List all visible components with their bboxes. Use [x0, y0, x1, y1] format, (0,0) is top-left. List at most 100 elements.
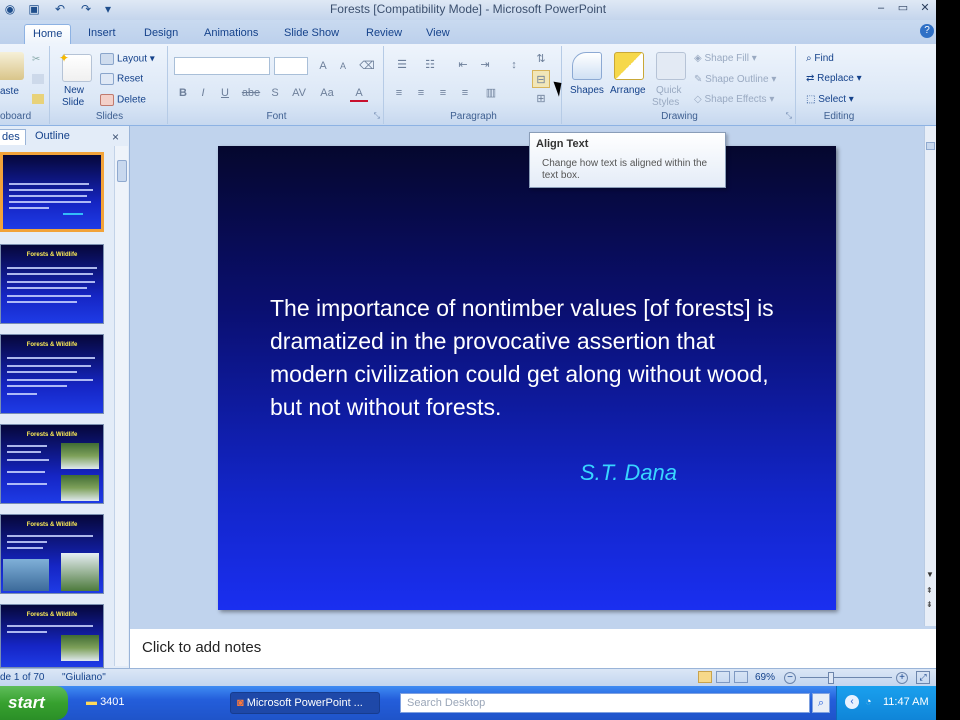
tab-review[interactable]: Review: [358, 24, 410, 44]
slide-thumbnail-3[interactable]: Forests & Wildlife: [0, 334, 104, 414]
change-case-button[interactable]: Aa: [316, 84, 338, 102]
slides-pane-scroll-thumb[interactable]: [117, 160, 127, 182]
quick-styles-button-line1[interactable]: Quick: [656, 85, 682, 96]
font-name-combo[interactable]: [174, 57, 270, 75]
font-dialog-launcher-icon[interactable]: ⤡: [374, 111, 380, 121]
tab-animations[interactable]: Animations: [196, 24, 266, 44]
start-button[interactable]: start: [0, 686, 68, 720]
arrange-icon[interactable]: [614, 52, 644, 80]
font-color-button[interactable]: A: [350, 84, 368, 102]
notes-placeholder[interactable]: Click to add notes: [142, 639, 261, 656]
justify-icon[interactable]: ≡: [456, 84, 474, 102]
zoom-slider-thumb[interactable]: [828, 672, 834, 684]
slide-thumbnail-2[interactable]: Forests & Wildlife: [0, 244, 104, 324]
tab-slides[interactable]: des: [0, 129, 26, 145]
taskbar-powerpoint[interactable]: ◙ Microsoft PowerPoint ...: [230, 692, 380, 714]
italic-button[interactable]: I: [194, 84, 212, 102]
line-spacing-icon[interactable]: ↕: [502, 56, 526, 74]
previous-slide-icon[interactable]: ⇞: [926, 586, 933, 595]
slide-thumbnail-4[interactable]: Forests & Wildlife: [0, 424, 104, 504]
delete-button[interactable]: Delete: [100, 94, 146, 106]
tab-outline[interactable]: Outline: [30, 129, 75, 145]
quick-styles-button-line2[interactable]: Styles: [652, 97, 679, 108]
columns-icon[interactable]: ▥: [482, 84, 500, 102]
normal-view-icon[interactable]: [698, 671, 712, 683]
bold-button[interactable]: B: [174, 84, 192, 102]
drawing-dialog-launcher-icon[interactable]: ⤡: [786, 111, 792, 121]
slide-quote-text[interactable]: The importance of nontimber values [of f…: [270, 292, 790, 424]
select-button[interactable]: ⬚ Select ▾: [806, 94, 854, 105]
tab-slide-show[interactable]: Slide Show: [276, 24, 347, 44]
replace-button[interactable]: ⇄ Replace ▾: [806, 73, 862, 84]
numbering-icon[interactable]: ☷: [418, 56, 442, 74]
cut-icon[interactable]: ✂: [32, 54, 44, 65]
slide-thumbnail-5[interactable]: Forests & Wildlife: [0, 514, 104, 594]
center-icon[interactable]: ≡: [412, 84, 430, 102]
slide-show-icon[interactable]: [734, 671, 748, 683]
slide-scrollbar[interactable]: ▼ ⇞ ⇟: [924, 126, 936, 626]
fit-to-window-icon[interactable]: ⤢: [916, 671, 930, 684]
shape-effects-button[interactable]: ◇ Shape Effects ▾: [694, 94, 774, 105]
shapes-icon[interactable]: [572, 52, 602, 80]
tray-expand-icon[interactable]: ‹: [845, 695, 859, 709]
decrease-indent-icon[interactable]: ⇤: [454, 56, 472, 74]
help-icon[interactable]: ?: [920, 24, 934, 38]
find-button[interactable]: ⌕ Find: [806, 53, 834, 64]
strikethrough-button[interactable]: abe: [240, 84, 262, 102]
zoom-in-icon[interactable]: +: [896, 672, 908, 684]
quick-styles-icon[interactable]: [656, 52, 686, 80]
taskbar-folder-3401[interactable]: ▬ 3401: [80, 692, 220, 714]
shrink-font-button[interactable]: A: [334, 57, 352, 75]
paste-icon[interactable]: [0, 52, 24, 80]
layout-button[interactable]: Layout ▾: [100, 53, 155, 65]
tab-home[interactable]: Home: [24, 24, 72, 44]
arrange-button[interactable]: Arrange: [610, 85, 646, 96]
scroll-down-icon[interactable]: ▼: [926, 570, 934, 579]
search-icon[interactable]: ⌕: [812, 693, 830, 713]
shape-fill-button[interactable]: ◈ Shape Fill ▾: [694, 53, 757, 64]
font-size-combo[interactable]: [274, 57, 308, 75]
shapes-button[interactable]: Shapes: [570, 85, 604, 96]
new-slide-icon[interactable]: ✦: [59, 51, 92, 82]
desktop-search-input[interactable]: Search Desktop: [400, 693, 810, 713]
clear-formatting-button[interactable]: ⌫: [358, 57, 376, 75]
increase-indent-icon[interactable]: ⇥: [476, 56, 494, 74]
zoom-out-icon[interactable]: −: [784, 672, 796, 684]
smartart-icon[interactable]: ⊞: [532, 90, 550, 108]
copy-icon[interactable]: [32, 74, 44, 84]
tab-insert[interactable]: Insert: [80, 24, 124, 44]
new-slide-button-line1[interactable]: New: [64, 85, 84, 96]
zoom-level[interactable]: 69%: [755, 672, 775, 683]
new-slide-button-line2[interactable]: Slide: [62, 97, 84, 108]
network-icon[interactable]: ◔: [865, 696, 872, 708]
text-shadow-button[interactable]: S: [266, 84, 284, 102]
tab-design[interactable]: Design: [136, 24, 186, 44]
next-slide-icon[interactable]: ⇟: [926, 600, 933, 609]
slide-scroll-thumb[interactable]: [926, 142, 935, 150]
underline-button[interactable]: U: [216, 84, 234, 102]
maximize-button[interactable]: ▭: [892, 0, 914, 18]
slides-pane-scrollbar[interactable]: [114, 146, 128, 666]
format-painter-icon[interactable]: [32, 94, 44, 104]
current-slide[interactable]: The importance of nontimber values [of f…: [218, 146, 836, 610]
slide-author-text[interactable]: S.T. Dana: [580, 460, 677, 486]
zoom-slider[interactable]: [800, 677, 892, 678]
bullets-icon[interactable]: ☰: [390, 56, 414, 74]
close-button[interactable]: ✕: [914, 0, 936, 18]
reset-button[interactable]: Reset: [100, 73, 143, 85]
character-spacing-button[interactable]: AV: [288, 84, 310, 102]
paste-button[interactable]: aste: [0, 86, 19, 97]
align-text-icon[interactable]: ⊟: [532, 70, 550, 88]
align-left-icon[interactable]: ≡: [390, 84, 408, 102]
align-right-icon[interactable]: ≡: [434, 84, 452, 102]
pane-close-icon[interactable]: ×: [112, 130, 119, 144]
slide-thumbnail-6[interactable]: Forests & Wildlife: [0, 604, 104, 668]
minimize-button[interactable]: –: [870, 0, 892, 18]
shape-outline-button[interactable]: ✎ Shape Outline ▾: [694, 74, 776, 85]
text-direction-icon[interactable]: ⇅: [532, 50, 550, 68]
slide-thumbnail-1[interactable]: [0, 152, 104, 232]
notes-pane[interactable]: Click to add notes: [130, 626, 936, 668]
slide-sorter-icon[interactable]: [716, 671, 730, 683]
grow-font-button[interactable]: A: [314, 57, 332, 75]
tab-view[interactable]: View: [418, 24, 458, 44]
